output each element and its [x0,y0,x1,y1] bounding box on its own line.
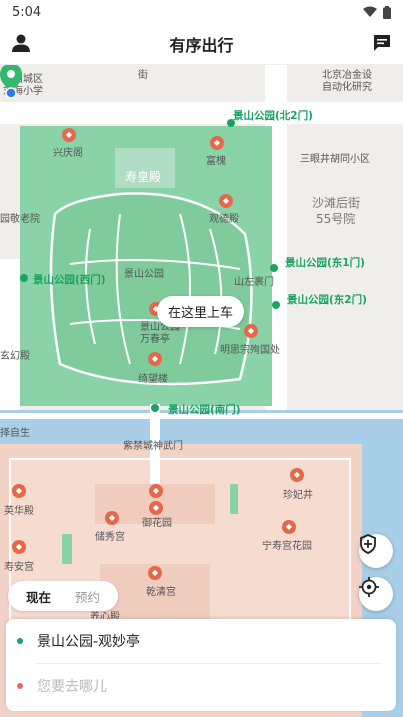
pickup-location: 景山公园-观妙亭 [37,634,141,650]
gate-north2-dot [227,119,235,127]
destination-dot [17,683,23,689]
gate-west-label[interactable]: 景山公园(西门) [33,272,106,287]
poi-qianqing: 乾清宫 [146,587,176,598]
locate-icon [359,577,379,597]
destination-row[interactable]: 您要去哪儿 [6,664,396,708]
status-bar: 5:04 [0,0,403,24]
poi-shouan: 寿安宫 [4,562,34,573]
poi-icon: ◆ [105,511,119,525]
page-title: 有序出行 [169,36,234,55]
wifi-icon [363,6,377,17]
safety-button[interactable] [359,534,393,568]
poi-icon: ◆ [282,520,296,534]
tab-reserve[interactable]: 预约 [63,587,112,606]
poi-icon: ◆ [62,128,76,142]
route-sheet: 景山公园-观妙亭 您要去哪儿 [6,619,396,711]
poi-ningshou: 宁寿宫花园 [262,541,312,552]
poi-guande: 观德殿 [209,214,239,225]
gate-east1-label[interactable]: 景山公园(东1门) [285,255,365,270]
poi-icon: ◆ [12,540,26,554]
poi-icon: ◆ [210,136,224,150]
poi-icon: ◆ [290,468,304,482]
gate-east2-label[interactable]: 景山公园(东2门) [287,292,367,307]
poi-shouhuang: 寿皇殿 [125,170,162,184]
poi-shawa: 沙滩后街 [312,196,361,210]
poi-zhecai: 择自生 [0,428,30,439]
poi-mingsi: 明思宗殉国处 [220,345,280,356]
poi-zhenfei: 珍妃井 [283,490,313,501]
poi-icon: ◆ [148,566,162,580]
gate-east1-dot [270,264,278,272]
poi-qiwang: 绮望楼 [138,374,168,385]
poi-yuhua: 御花园 [142,518,172,529]
battery-icon [383,5,391,19]
gate-south-label[interactable]: 景山公园(南门) [168,402,241,417]
gate-east2-dot [272,301,280,309]
poi-xingqing: 兴庆阁 [53,148,83,159]
poi-icon: ◆ [219,194,233,208]
gate-west-dot [20,274,28,282]
poi-metal2: 自动化研究 [322,82,372,93]
poi-shenwu: 紫禁城神武门 [123,441,183,452]
tab-now[interactable]: 现在 [14,587,63,606]
gate-north2-label[interactable]: 景山公园(北2门) [233,108,313,123]
poi-xuanjie: 玄幻殿 [0,351,30,362]
poi-chuxiu: 储秀宫 [95,532,125,543]
poi-icon: ◆ [149,484,163,498]
poi-jie: 街 [138,70,148,81]
message-icon[interactable] [371,32,393,54]
pickup-bubble[interactable]: 在这里上车 [157,296,245,327]
poi-jingshan-park: 景山公园 [124,269,164,280]
gate-south-dot [151,404,159,412]
status-time: 5:04 [12,4,42,20]
ride-time-tabs: 现在 预约 [8,581,119,611]
pickup-row[interactable]: 景山公园-观妙亭 [6,619,396,663]
poi-shanzuo: 山左裹门 [234,277,274,288]
pin-icon [0,64,22,98]
poi-shawa55: 55号院 [316,212,356,226]
shield-icon [360,534,376,554]
destination-input[interactable]: 您要去哪儿 [37,676,107,696]
poi-icon: ◆ [148,352,162,366]
app-header: 有序出行 [0,24,403,65]
poi-sanyan: 三眼井胡同小区 [300,154,370,165]
poi-fuhuai: 富槐 [206,156,226,167]
poi-tuiyuan: 园敬老院 [0,214,40,225]
poi-icon: ◆ [244,324,258,338]
pickup-dot [17,638,23,644]
poi-yinghua: 英华殿 [4,506,34,517]
person-icon[interactable] [10,32,32,54]
locate-button[interactable] [359,577,393,611]
poi-icon: ◆ [12,484,26,498]
poi-icon: ◆ [149,501,163,515]
